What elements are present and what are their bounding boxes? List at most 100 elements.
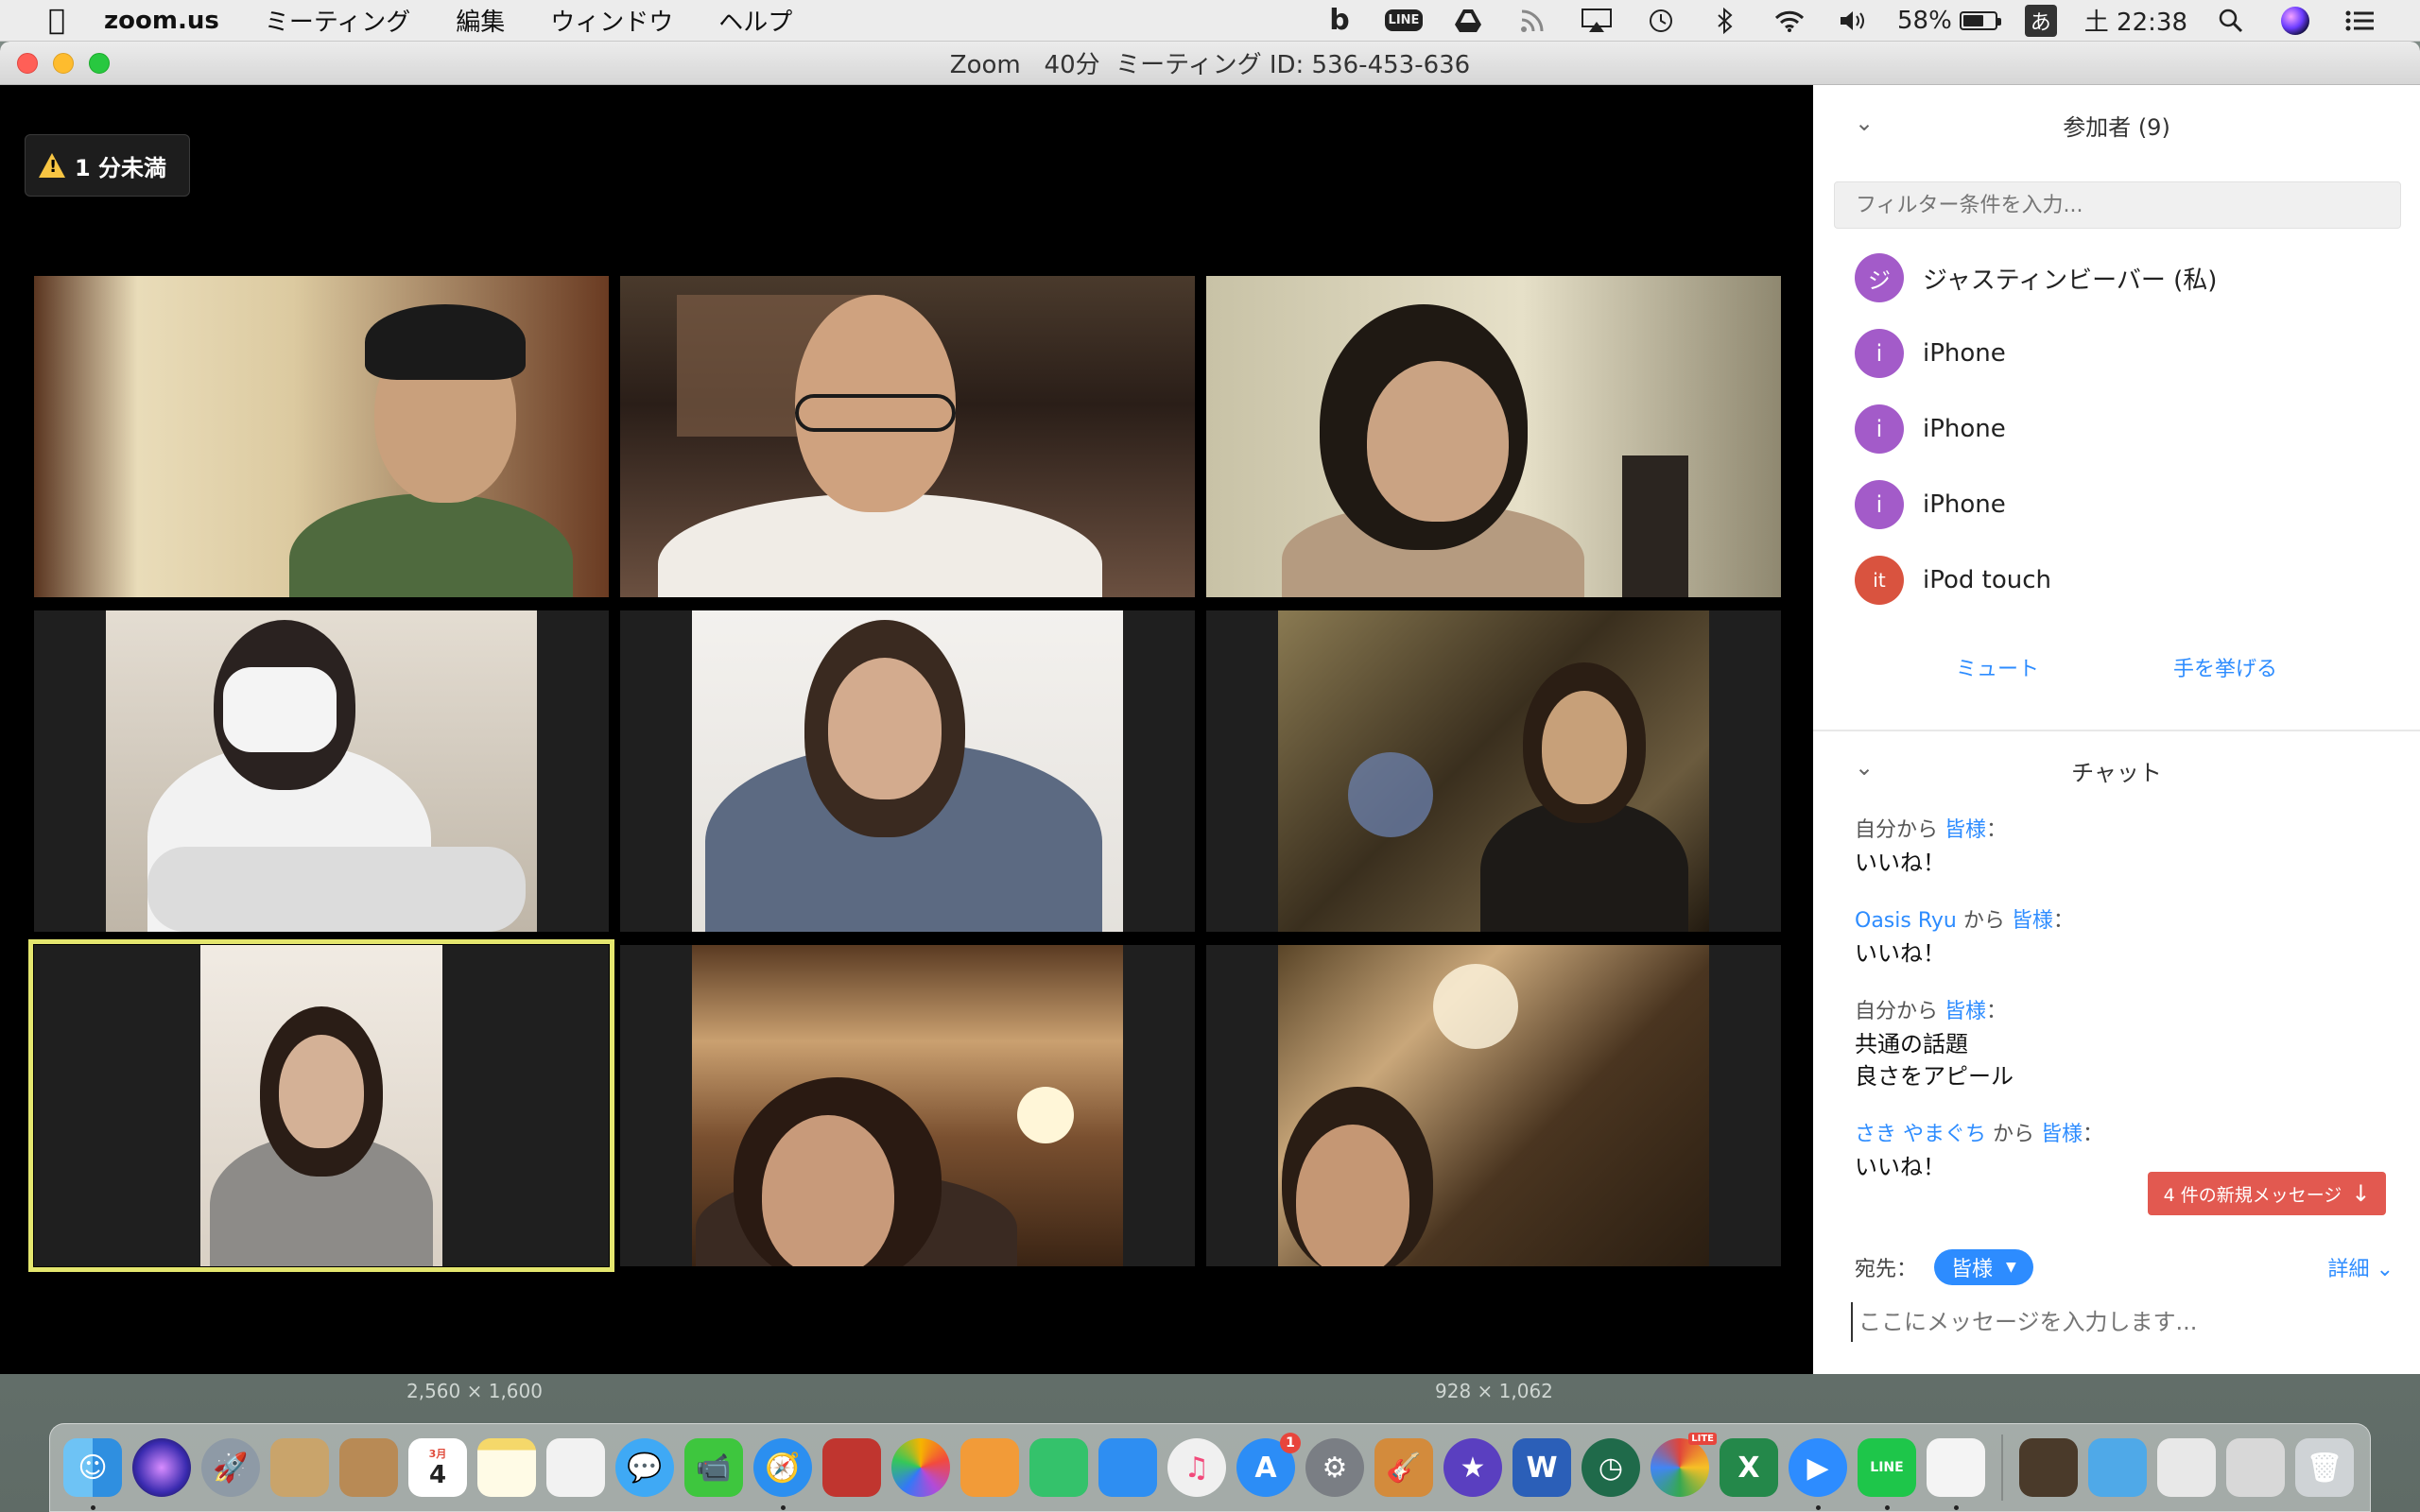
trash-icon[interactable]: 🗑	[2295, 1438, 2354, 1497]
drive-icon[interactable]	[1447, 0, 1489, 42]
list-icon[interactable]	[2339, 0, 2380, 42]
contacts-icon[interactable]	[339, 1438, 398, 1497]
participant-name: iPhone	[1923, 339, 2006, 368]
participant-item[interactable]: it iPod touch	[1813, 542, 2420, 618]
mute-button[interactable]: ミュート	[1956, 652, 2039, 682]
screenshot-stack-icon[interactable]	[2226, 1438, 2285, 1497]
chat-recipient[interactable]: 皆様	[2012, 909, 2053, 933]
video-tile-1[interactable]	[34, 276, 609, 597]
launchpad-icon[interactable]: 🚀	[201, 1438, 260, 1497]
calendar-icon[interactable]: 3月 4	[408, 1438, 467, 1497]
line-icon[interactable]: LINE	[1383, 0, 1425, 42]
pages-icon[interactable]	[960, 1438, 1019, 1497]
video-tile-5[interactable]	[620, 610, 1195, 932]
time-machine-dock-icon[interactable]: ◷	[1582, 1438, 1640, 1497]
word-icon[interactable]: W	[1512, 1438, 1571, 1497]
chat-message-input[interactable]	[1851, 1302, 2399, 1342]
clock[interactable]: 土 22:38	[2084, 0, 2187, 42]
video-tile-2[interactable]	[620, 276, 1195, 597]
video-gallery: 1 分未満	[0, 85, 1813, 1374]
photos-icon[interactable]	[891, 1438, 950, 1497]
video-tile-3[interactable]	[1206, 276, 1781, 597]
textedit-icon[interactable]	[1927, 1438, 1985, 1510]
messages-icon[interactable]: 💬	[615, 1438, 674, 1497]
wifi-icon[interactable]	[1769, 0, 1810, 42]
chrome-lite-icon[interactable]: LITE	[1651, 1433, 1717, 1497]
excel-icon[interactable]: X	[1720, 1438, 1778, 1497]
finder-icon[interactable]: ☺	[63, 1438, 122, 1510]
avatar: ジ	[1855, 253, 1904, 302]
chat-from-word: から	[1962, 909, 2005, 933]
menu-app-name[interactable]: zoom.us	[78, 7, 242, 35]
rss-icon[interactable]	[1512, 0, 1553, 42]
participants-filter-input[interactable]	[1834, 181, 2401, 229]
new-messages-button[interactable]: 4 件の新規メッセージ ↓	[2148, 1172, 2386, 1215]
participant-name: ジャスティンビーバー (私)	[1923, 266, 2218, 295]
ime-icon[interactable]: あ	[2020, 0, 2062, 42]
airplay-icon[interactable]	[1576, 0, 1617, 42]
window-titlebar: Zoom 40分 ミーティング ID: 536-453-636	[0, 42, 2420, 85]
desktop-file-label-left[interactable]: 2,560 × 1,600	[406, 1380, 543, 1402]
system-preferences-icon[interactable]: ⚙	[1305, 1438, 1364, 1497]
menu-meeting[interactable]: ミーティング	[242, 3, 433, 38]
itunes-icon[interactable]: ♫	[1167, 1438, 1226, 1497]
menu-window[interactable]: ウィンドウ	[527, 3, 696, 38]
participant-item[interactable]: i iPhone	[1813, 316, 2420, 391]
line-dock-icon[interactable]: LINE	[1858, 1438, 1916, 1510]
video-tile-9[interactable]	[1206, 945, 1781, 1266]
keynote-icon[interactable]	[1098, 1438, 1157, 1497]
numbers-icon[interactable]	[1029, 1438, 1088, 1497]
video-tile-7[interactable]	[28, 939, 614, 1272]
battery-gauge	[1959, 10, 2001, 30]
volume-icon[interactable]	[1833, 0, 1875, 42]
collapse-participants-chevron-icon[interactable]: ⌄	[1855, 110, 1874, 136]
video-tile-6[interactable]	[1206, 610, 1781, 932]
minimize-window-button[interactable]	[53, 53, 74, 74]
recipient-dropdown[interactable]: 皆様 ▼	[1934, 1249, 2033, 1285]
downloads-folder-icon[interactable]	[2088, 1438, 2147, 1497]
collapse-chat-chevron-icon[interactable]: ⌄	[1855, 754, 1874, 781]
chat-sender[interactable]: Oasis Ryu	[1855, 909, 1957, 933]
facetime-icon[interactable]: 📹	[684, 1438, 743, 1497]
raise-hand-button[interactable]: 手を挙げる	[2173, 652, 2277, 682]
menu-edit[interactable]: 編集	[433, 3, 527, 38]
chat-recipient[interactable]: 皆様	[1945, 1000, 1986, 1023]
garageband-icon[interactable]: 🎸	[1374, 1438, 1433, 1497]
document-stack-icon[interactable]	[2157, 1438, 2216, 1497]
video-tile-4[interactable]	[34, 610, 609, 932]
siri-dock-icon[interactable]	[132, 1438, 191, 1497]
app-store-badge: 1	[1280, 1433, 1301, 1453]
app-store-icon[interactable]: A1	[1236, 1433, 1301, 1497]
participant-item[interactable]: ジ ジャスティンビーバー (私)	[1813, 240, 2420, 316]
zoom-dock-icon[interactable]: ▶	[1789, 1438, 1847, 1510]
notes-icon[interactable]	[477, 1438, 536, 1497]
close-window-button[interactable]	[17, 53, 38, 74]
bluetooth-icon[interactable]	[1704, 0, 1746, 42]
menu-help[interactable]: ヘルプ	[696, 3, 815, 38]
video-tile-8[interactable]	[620, 945, 1195, 1266]
b-icon[interactable]: b	[1319, 0, 1360, 42]
photo-booth-icon[interactable]	[822, 1438, 881, 1497]
siri-icon[interactable]	[2274, 0, 2316, 42]
zoom-window: Zoom 40分 ミーティング ID: 536-453-636 1 分未満	[0, 42, 2420, 1374]
desktop-file-label-right[interactable]: 928 × 1,062	[1435, 1380, 1553, 1402]
chat-recipient[interactable]: 皆様	[1945, 818, 1986, 842]
lite-badge: LITE	[1688, 1433, 1717, 1445]
battery-icon[interactable]: 58%	[1897, 0, 2001, 42]
participant-item[interactable]: i iPhone	[1813, 467, 2420, 542]
reminders-icon[interactable]	[546, 1438, 605, 1497]
chat-more-button[interactable]: 詳細 ⌄	[2328, 1252, 2394, 1282]
recipient-value: 皆様	[1951, 1258, 1994, 1281]
recent-item-icon[interactable]	[2019, 1438, 2078, 1497]
time-machine-icon[interactable]	[1640, 0, 1682, 42]
chat-recipient[interactable]: 皆様	[2041, 1123, 2083, 1146]
spotlight-icon[interactable]	[2210, 0, 2252, 42]
time-warning-badge[interactable]: 1 分未満	[25, 134, 191, 197]
chat-sender[interactable]: さき やまぐち	[1855, 1123, 1986, 1146]
apple-menu-icon[interactable]: 	[36, 4, 78, 37]
safari-icon[interactable]: 🧭	[753, 1438, 812, 1510]
preview-icon[interactable]	[270, 1438, 329, 1497]
maximize-window-button[interactable]	[89, 53, 110, 74]
participant-item[interactable]: i iPhone	[1813, 391, 2420, 467]
imovie-icon[interactable]: ★	[1443, 1438, 1502, 1497]
